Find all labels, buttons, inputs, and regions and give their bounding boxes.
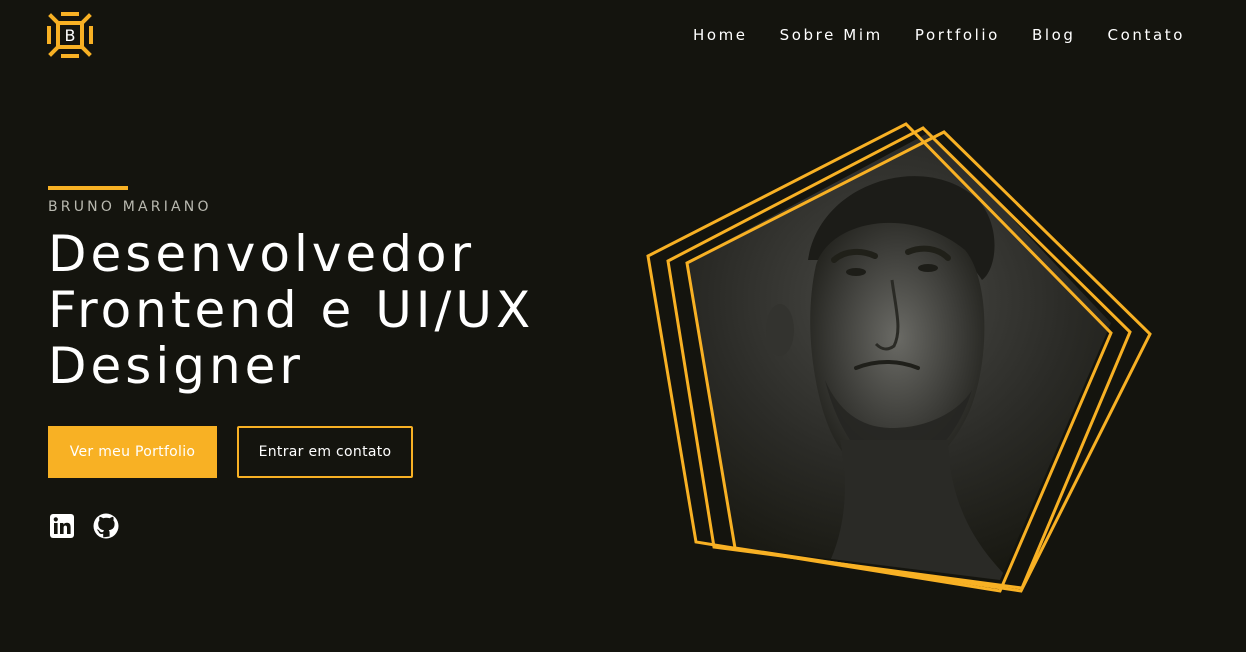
accent-line — [48, 186, 128, 190]
portfolio-button[interactable]: Ver meu Portfolio — [48, 426, 217, 478]
nav-sobre-mim[interactable]: Sobre Mim — [780, 25, 883, 45]
headline-line-2: Frontend e UI/UX — [48, 281, 535, 339]
headline-line-1: Desenvolvedor — [48, 225, 476, 283]
contact-button[interactable]: Entrar em contato — [237, 426, 413, 478]
hero-eyebrow: BRUNO MARIANO — [48, 199, 212, 215]
logo-icon[interactable]: B — [47, 12, 93, 58]
nav-blog[interactable]: Blog — [1032, 25, 1076, 45]
nav-portfolio[interactable]: Portfolio — [915, 25, 1000, 45]
portrait-image — [646, 122, 1152, 593]
linkedin-icon[interactable] — [48, 512, 76, 540]
nav-home[interactable]: Home — [693, 25, 748, 45]
headline-line-3: Designer — [48, 337, 304, 395]
social-links — [48, 512, 136, 540]
hero-headline: Desenvolvedor Frontend e UI/UX Designer — [48, 226, 608, 394]
github-icon[interactable] — [92, 512, 120, 540]
logo-letter: B — [65, 26, 76, 45]
main-nav: Home Sobre Mim Portfolio Blog Contato — [661, 25, 1185, 45]
nav-contato[interactable]: Contato — [1108, 25, 1186, 45]
